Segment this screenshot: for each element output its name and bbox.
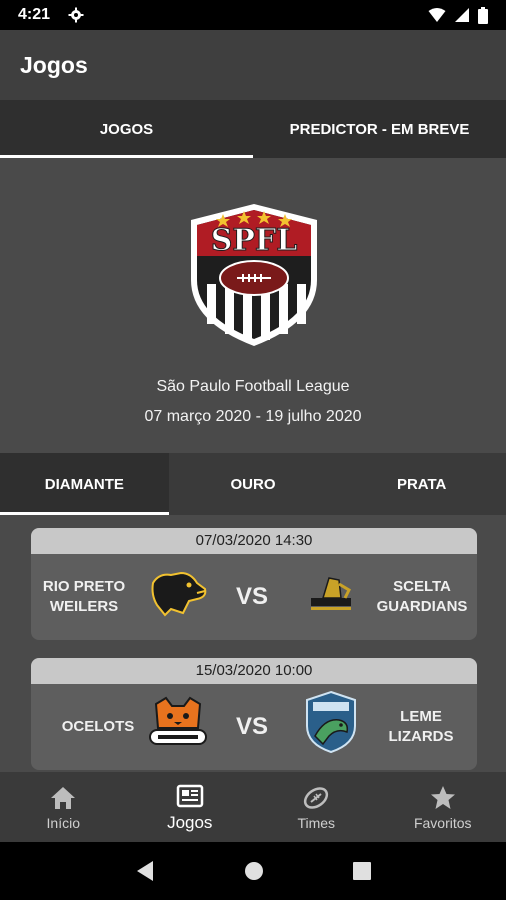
status-time: 4:21 — [18, 6, 51, 23]
settings-gear-icon — [68, 7, 84, 23]
bottom-nav: Início Jogos Times Favoritos — [0, 772, 506, 842]
logo-text: SPFL — [211, 223, 298, 258]
recents-icon[interactable] — [353, 862, 372, 880]
nav-label: Favoritos — [413, 815, 472, 831]
nav-item-favoritos[interactable]: Favoritos — [380, 772, 506, 842]
game-card[interactable]: 15/03/2020 10:00 OCELOTS VS LEME LIZARDS — [31, 658, 477, 770]
nav-label: Times — [297, 815, 336, 831]
away-team-name: SCELTA GUARDIANS — [376, 578, 468, 615]
tab-predictor[interactable]: PREDICTOR - EM BREVE — [253, 100, 506, 158]
top-tab-bar: JOGOS PREDICTOR - EM BREVE — [0, 100, 506, 158]
guardians-crest-icon — [311, 577, 351, 610]
game-date: 07/03/2020 14:30 — [31, 528, 477, 554]
weilers-dog-crest-icon — [151, 571, 207, 617]
nav-item-jogos[interactable]: Jogos — [127, 772, 254, 842]
football-icon — [304, 787, 329, 809]
game-date: 15/03/2020 10:00 — [31, 658, 477, 684]
cell-signal-icon — [455, 8, 469, 22]
home-icon — [51, 787, 76, 809]
app-bar: Jogos — [0, 30, 506, 100]
newspaper-icon — [176, 784, 203, 808]
lizards-crest-icon — [306, 690, 356, 754]
status-bar: 4:21 — [0, 0, 506, 30]
tab-label: DIAMANTE — [44, 475, 124, 493]
nav-item-inicio[interactable]: Início — [0, 772, 127, 842]
vs-label: VS — [236, 583, 269, 610]
tab-ouro[interactable]: OURO — [169, 453, 338, 515]
nav-label: Jogos — [167, 813, 213, 832]
system-nav-bar — [0, 842, 506, 900]
tab-label: OURO — [230, 475, 276, 493]
league-header: SPFL São Paulo Football League 07 março … — [0, 158, 506, 453]
tab-diamante[interactable]: DIAMANTE — [0, 453, 169, 515]
star-icon — [430, 786, 455, 809]
nav-item-times[interactable]: Times — [253, 772, 380, 842]
game-row: RIO PRETO WEILERS VS SCELTA GUARDIANS — [31, 554, 477, 640]
tab-label: PRATA — [396, 475, 447, 493]
wifi-icon — [428, 8, 446, 22]
spfl-logo: SPFL — [191, 204, 317, 346]
tab-label: PREDICTOR - EM BREVE — [289, 120, 470, 138]
league-name: São Paulo Football League — [156, 378, 350, 395]
home-circle-icon[interactable] — [244, 861, 264, 881]
ocelots-cat-crest-icon — [149, 696, 207, 745]
tab-label: JOGOS — [99, 120, 154, 138]
page-title: Jogos — [20, 51, 88, 78]
away-team-name: LEME LIZARDS — [388, 708, 454, 745]
vs-label: VS — [236, 713, 269, 740]
nav-label: Início — [46, 815, 80, 831]
back-icon[interactable] — [135, 860, 155, 882]
league-dates: 07 março 2020 - 19 julho 2020 — [144, 408, 362, 425]
game-row: OCELOTS VS LEME LIZARDS — [31, 684, 477, 770]
battery-icon — [478, 6, 488, 24]
home-team-name: OCELOTS — [61, 718, 135, 735]
game-card[interactable]: 07/03/2020 14:30 RIO PRETO WEILERS VS SC… — [31, 528, 477, 640]
game-list[interactable]: 07/03/2020 14:30 RIO PRETO WEILERS VS SC… — [0, 515, 506, 772]
home-team-name: RIO PRETO WEILERS — [42, 578, 126, 615]
tab-jogos[interactable]: JOGOS — [0, 100, 253, 158]
tab-prata[interactable]: PRATA — [337, 453, 506, 515]
division-tab-bar: DIAMANTE OURO PRATA — [0, 453, 506, 515]
